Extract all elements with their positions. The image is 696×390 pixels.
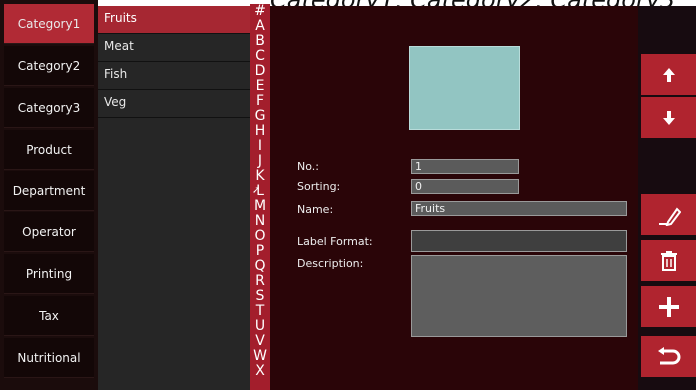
menu-item-nutritional[interactable]: Nutritional — [4, 338, 94, 378]
menu-item-department[interactable]: Department — [4, 171, 94, 211]
alpha-letter[interactable]: F — [250, 94, 270, 108]
menu-item-product[interactable]: Product — [4, 130, 94, 170]
alpha-letter[interactable]: X — [250, 364, 270, 378]
description-label: Description: — [297, 257, 364, 270]
list-item[interactable]: Meat — [98, 34, 250, 62]
sorting-field[interactable]: 0 — [411, 179, 519, 194]
add-button[interactable] — [641, 286, 696, 327]
menu-item-label: Category1 — [17, 16, 81, 31]
menu-item-category1[interactable]: Category1 — [4, 4, 94, 44]
alpha-letter[interactable]: M — [250, 199, 270, 213]
plus-icon — [658, 296, 679, 317]
menu-item-label: Category2 — [17, 58, 81, 73]
menu-item-label: Category3 — [17, 100, 81, 115]
alphabet-index[interactable]: # A B C D E F G H I J K L M N O P Q R S … — [250, 4, 270, 390]
menu-item-label: Operator — [22, 224, 76, 239]
pencil-icon — [658, 206, 681, 226]
return-icon — [657, 346, 680, 364]
arrow-down-icon — [662, 110, 675, 125]
menu-item-label: Printing — [25, 266, 73, 281]
list-item[interactable]: Fruits — [98, 6, 250, 34]
alpha-letter[interactable]: A — [250, 19, 270, 33]
arrow-up-icon — [662, 67, 675, 82]
alpha-letter[interactable]: G — [250, 109, 270, 123]
delete-button[interactable] — [641, 240, 696, 281]
alpha-letter[interactable]: Q — [250, 259, 270, 273]
category-list: Fruits Meat Fish Veg — [98, 6, 250, 390]
category-menu: Category1 Category2 Category3 Product De… — [0, 0, 98, 390]
list-item[interactable]: Veg — [98, 90, 250, 118]
edit-button[interactable] — [641, 194, 696, 235]
alpha-letter[interactable]: U — [250, 319, 270, 333]
menu-item-tax[interactable]: Tax — [4, 296, 94, 336]
alpha-letter[interactable]: I — [250, 139, 270, 153]
menu-item-label: Tax — [39, 308, 59, 323]
menu-item-category2[interactable]: Category2 — [4, 46, 94, 86]
alpha-letter[interactable]: B — [250, 34, 270, 48]
alpha-letter[interactable]: C — [250, 49, 270, 63]
alpha-letter[interactable]: W — [250, 349, 270, 363]
menu-item-operator[interactable]: Operator — [4, 212, 94, 252]
list-item[interactable]: Fish — [98, 62, 250, 90]
alpha-letter[interactable]: K — [250, 169, 270, 183]
label-format-select[interactable] — [411, 230, 627, 252]
alpha-letter[interactable]: # — [250, 4, 270, 18]
alpha-letter[interactable]: O — [250, 229, 270, 243]
sorting-label: Sorting: — [297, 180, 341, 193]
back-button[interactable] — [641, 336, 696, 377]
menu-item-category3[interactable]: Category3 — [4, 88, 94, 128]
mouse-cursor: ➚ — [252, 185, 261, 196]
name-field[interactable]: Fruits — [411, 201, 627, 216]
alpha-letter[interactable]: H — [250, 124, 270, 138]
no-label: No.: — [297, 160, 319, 173]
name-label: Name: — [297, 203, 334, 216]
alpha-letter[interactable]: E — [250, 79, 270, 93]
label-format-label: Label Format: — [297, 235, 373, 248]
menu-item-label: Department — [12, 183, 86, 198]
alpha-letter[interactable]: S — [250, 289, 270, 303]
alpha-letter[interactable]: T — [250, 304, 270, 318]
no-field[interactable]: 1 — [411, 159, 519, 174]
category-image-preview[interactable] — [409, 46, 520, 130]
menu-item-label: Nutritional — [17, 350, 81, 365]
alpha-letter[interactable]: N — [250, 214, 270, 228]
description-field[interactable] — [411, 255, 627, 337]
move-down-button[interactable] — [641, 97, 696, 138]
alpha-letter[interactable]: P — [250, 244, 270, 258]
menu-item-label: Product — [26, 142, 72, 157]
menu-item-printing[interactable]: Printing — [4, 254, 94, 294]
trash-icon — [660, 250, 677, 271]
alpha-letter[interactable]: D — [250, 64, 270, 78]
move-up-button[interactable] — [641, 54, 696, 95]
alpha-letter[interactable]: R — [250, 274, 270, 288]
alpha-letter[interactable]: V — [250, 334, 270, 348]
alpha-letter[interactable]: J — [250, 154, 270, 168]
